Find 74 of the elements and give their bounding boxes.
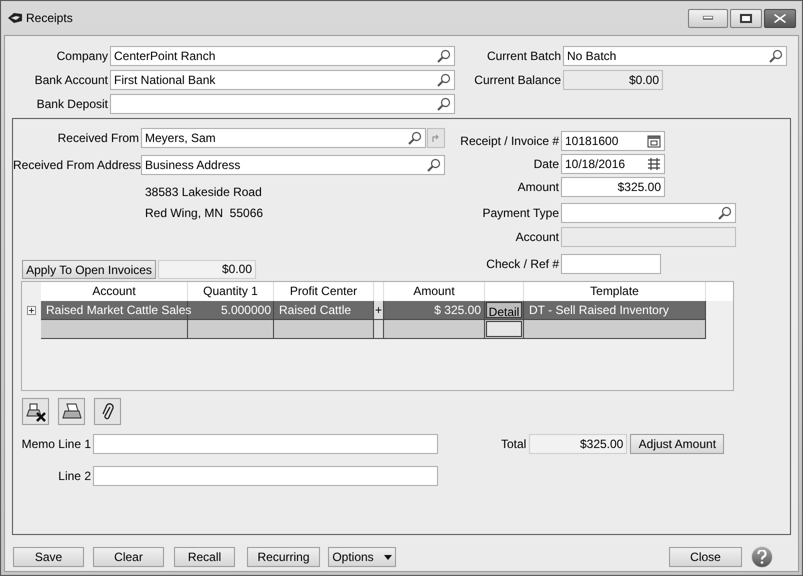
app-icon <box>7 12 23 24</box>
search-icon[interactable] <box>718 206 732 220</box>
readonly-field: $0.00 <box>563 70 663 90</box>
field-label: Received From <box>56 130 140 147</box>
minimize-icon <box>703 16 713 20</box>
table-row[interactable]: Raised Market Cattle Sales 5.000000 Raised Cattle + $ 325.00 Detail DT - Sell Raised Inventory <box>41 301 706 320</box>
field-label: Total <box>501 436 528 453</box>
field-label: Company <box>56 48 109 65</box>
close-button[interactable] <box>764 8 796 28</box>
table-row[interactable] <box>41 320 706 339</box>
field-label: Amount <box>516 179 560 196</box>
footer-button[interactable]: Recurring <box>247 547 320 567</box>
field-label: Bank Account <box>34 72 109 89</box>
table-cell <box>374 320 384 338</box>
input-field[interactable] <box>93 434 438 454</box>
close-icon <box>774 14 786 22</box>
input-field[interactable]: Business Address <box>141 155 445 175</box>
field-label: Date <box>532 156 560 173</box>
window-title: Receipts <box>26 10 73 27</box>
field-label: Memo Line 1 <box>20 436 92 453</box>
input-field[interactable]: No Batch <box>563 46 787 66</box>
table-cell: DT - Sell Raised Inventory <box>524 301 706 319</box>
minimize-button[interactable] <box>688 8 728 28</box>
address-line: 38583 Lakeside Road <box>145 185 263 200</box>
field-label: Receipt / Invoice # <box>459 133 560 150</box>
date-field[interactable]: 10/18/2016 <box>561 154 665 174</box>
calendar-icon[interactable] <box>647 134 661 148</box>
field-label: Line 2 <box>57 468 92 485</box>
footer-button[interactable]: Clear <box>93 547 164 567</box>
expand-toggle[interactable] <box>27 306 36 315</box>
field-label: Payment Type <box>482 205 560 222</box>
field-label: Current Balance <box>473 72 562 89</box>
caret-icon <box>384 554 392 560</box>
search-icon[interactable] <box>437 73 451 87</box>
search-icon[interactable] <box>769 49 783 63</box>
search-icon[interactable] <box>427 158 441 172</box>
printer-icon[interactable] <box>58 398 85 425</box>
table-cell: + <box>374 301 384 319</box>
input-field[interactable]: $325.00 <box>561 177 665 197</box>
field-label: Current Batch <box>486 48 562 65</box>
amount-readout: $0.00 <box>158 260 256 279</box>
total-readout: $325.00 <box>529 434 628 454</box>
input-field[interactable]: CenterPoint Ranch <box>110 46 455 66</box>
apply-button[interactable]: Apply To Open Invoices <box>22 260 156 279</box>
search-icon[interactable] <box>437 49 451 63</box>
field-label: Check / Ref # <box>485 256 560 273</box>
input-field[interactable] <box>561 254 661 274</box>
footer-button[interactable]: Close <box>669 547 742 567</box>
maximize-icon <box>740 14 752 22</box>
search-icon[interactable] <box>408 131 422 145</box>
paperclip-icon[interactable] <box>94 398 121 425</box>
footer-button[interactable]: Options <box>328 547 396 567</box>
field-label: Received From Address <box>13 157 141 174</box>
footer-button[interactable]: Save <box>13 547 84 567</box>
delete-printer-icon[interactable] <box>22 398 49 425</box>
field-label: Account <box>514 229 560 246</box>
footer-button[interactable]: Recall <box>174 547 235 567</box>
input-field[interactable]: Meyers, Sam <box>141 128 426 148</box>
search-icon[interactable] <box>437 97 451 111</box>
input-field[interactable]: First National Bank <box>110 70 455 90</box>
field-label: Bank Deposit <box>36 96 109 113</box>
input-field[interactable] <box>110 94 455 114</box>
address-line: Red Wing, MN 55066 <box>145 206 264 221</box>
maximize-button[interactable] <box>730 8 762 28</box>
help-icon[interactable] <box>751 546 773 568</box>
input-field[interactable]: 10181600 <box>561 131 665 151</box>
table-cell: $ 325.00 <box>384 301 485 319</box>
input-field[interactable] <box>561 203 736 223</box>
detail-button[interactable]: Detail <box>486 302 522 318</box>
calendar-icon[interactable] <box>647 157 661 171</box>
detail-button[interactable] <box>486 321 522 337</box>
input-field[interactable] <box>93 466 438 486</box>
arrow-icon <box>431 133 441 143</box>
adjust-amount-button[interactable]: Adjust Amount <box>630 434 724 454</box>
